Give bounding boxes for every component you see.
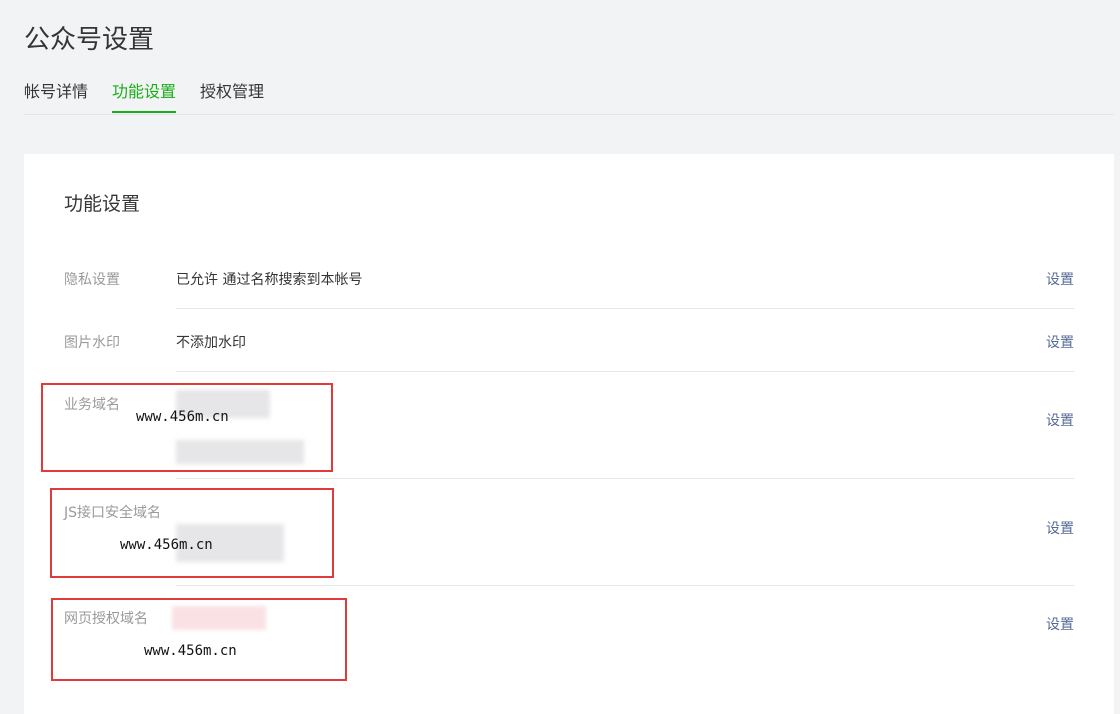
tab-feature-settings[interactable]: 功能设置 bbox=[112, 76, 177, 113]
row-value: 不添加水印 bbox=[176, 335, 246, 351]
highlight-box-business-domain bbox=[41, 383, 333, 472]
section-title: 功能设置 bbox=[64, 193, 141, 215]
tab-authorization-management[interactable]: 授权管理 bbox=[200, 76, 264, 113]
row-divider bbox=[176, 308, 1074, 309]
js-domain-settings-link[interactable]: 设置 bbox=[1046, 518, 1074, 538]
row-divider bbox=[176, 585, 1074, 586]
settings-row-privacy: 隐私设置 已允许 通过名称搜索到本帐号 设置 bbox=[64, 266, 1074, 290]
row-value: 已允许 通过名称搜索到本帐号 bbox=[176, 272, 363, 288]
row-divider bbox=[176, 371, 1074, 372]
business-domain-settings-link[interactable]: 设置 bbox=[1046, 410, 1074, 430]
tab-bar: 帐号详情 功能设置 授权管理 bbox=[24, 76, 1114, 115]
row-label: 图片水印 bbox=[64, 335, 120, 351]
highlight-box-js-domain bbox=[50, 488, 334, 578]
privacy-settings-link[interactable]: 设置 bbox=[1046, 269, 1074, 289]
page-title: 公众号设置 bbox=[24, 25, 155, 55]
web-auth-domain-settings-link[interactable]: 设置 bbox=[1046, 614, 1074, 634]
row-divider bbox=[176, 478, 1074, 479]
highlight-box-web-auth-domain bbox=[51, 598, 347, 681]
settings-row-watermark: 图片水印 不添加水印 设置 bbox=[64, 329, 1074, 353]
watermark-settings-link[interactable]: 设置 bbox=[1046, 332, 1074, 352]
row-label: 隐私设置 bbox=[64, 272, 120, 288]
tab-account-details[interactable]: 帐号详情 bbox=[24, 76, 88, 113]
